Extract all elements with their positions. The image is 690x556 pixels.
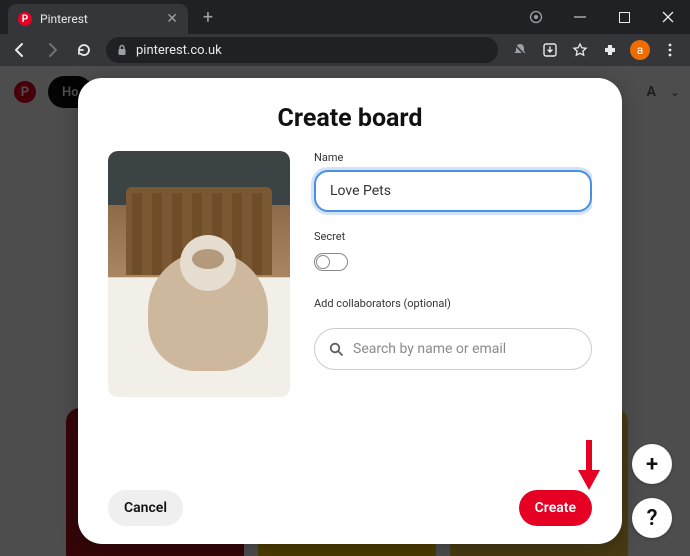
account-indicator-icon[interactable] — [514, 0, 558, 34]
page-viewport: P Ho A ⌄ Create board Name Secret — [0, 66, 690, 556]
kebab-menu-icon[interactable] — [656, 36, 684, 64]
close-tab-icon[interactable]: ✕ — [166, 11, 178, 27]
help-fab[interactable]: ? — [632, 498, 672, 538]
collaborator-search-input[interactable] — [353, 341, 577, 357]
address-bar[interactable]: pinterest.co.uk — [106, 37, 498, 63]
profile-avatar[interactable]: a — [626, 36, 654, 64]
create-button[interactable]: Create — [519, 490, 592, 526]
url-text: pinterest.co.uk — [136, 43, 222, 58]
window-titlebar: P Pinterest ✕ + — [0, 0, 690, 34]
notifications-icon[interactable] — [506, 36, 534, 64]
bookmark-star-icon[interactable] — [566, 36, 594, 64]
board-name-input[interactable] — [314, 170, 592, 212]
pinterest-favicon: P — [18, 12, 32, 26]
forward-button[interactable] — [38, 36, 66, 64]
modal-title: Create board — [108, 104, 592, 133]
back-button[interactable] — [6, 36, 34, 64]
reload-button[interactable] — [70, 36, 98, 64]
close-window-button[interactable] — [646, 0, 690, 34]
browser-tab[interactable]: P Pinterest ✕ — [8, 4, 188, 34]
create-board-form: Name Secret Add collaborators (optional) — [314, 151, 592, 480]
cancel-button[interactable]: Cancel — [108, 490, 183, 526]
new-tab-button[interactable]: + — [196, 5, 220, 29]
browser-toolbar: pinterest.co.uk a — [0, 34, 690, 66]
secret-label: Secret — [314, 230, 592, 243]
lock-icon — [116, 44, 128, 56]
board-cover-thumbnail — [108, 151, 290, 397]
tab-title: Pinterest — [40, 12, 158, 26]
avatar-letter: a — [630, 40, 650, 60]
collaborator-search[interactable] — [314, 328, 592, 370]
extensions-icon[interactable] — [596, 36, 624, 64]
create-board-modal: Create board Name Secret Add collaborato… — [78, 78, 622, 544]
collaborators-label: Add collaborators (optional) — [314, 297, 592, 310]
secret-toggle[interactable] — [314, 253, 348, 271]
window-controls — [514, 0, 690, 34]
install-app-icon[interactable] — [536, 36, 564, 64]
name-label: Name — [314, 151, 592, 164]
search-icon — [329, 342, 343, 356]
minimize-button[interactable] — [558, 0, 602, 34]
maximize-button[interactable] — [602, 0, 646, 34]
add-fab[interactable]: + — [632, 444, 672, 484]
